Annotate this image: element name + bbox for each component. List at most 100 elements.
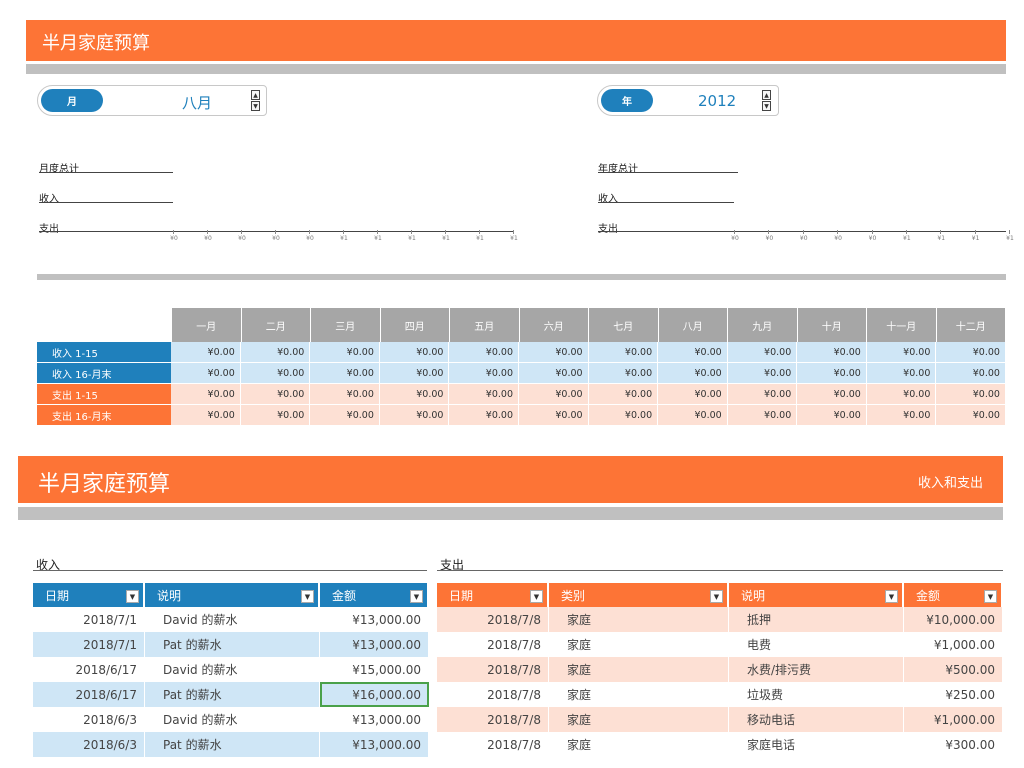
spin-up-icon[interactable]: ▲ bbox=[762, 90, 771, 100]
table-cell[interactable]: 2018/7/8 bbox=[437, 707, 549, 732]
table-cell[interactable]: ¥10,000.00 bbox=[904, 607, 1003, 632]
table-cell[interactable]: 电费 bbox=[729, 632, 904, 657]
table-cell[interactable]: ¥1,000.00 bbox=[904, 707, 1003, 732]
axis-tick-label: ¥1 bbox=[340, 230, 348, 242]
table-row[interactable]: 2018/7/8 家庭 垃圾费 ¥250.00 bbox=[437, 682, 1003, 707]
month-spinner[interactable]: 月 八月 ▲ ▼ bbox=[37, 85, 267, 116]
column-header[interactable]: 金额 ▼ bbox=[904, 583, 1003, 607]
table-row[interactable]: 2018/7/1 David 的薪水 ¥13,000.00 bbox=[33, 607, 429, 632]
column-header[interactable]: 类别 ▼ bbox=[549, 583, 729, 607]
table-cell[interactable]: David 的薪水 bbox=[145, 657, 320, 682]
bottom-divider bbox=[18, 507, 1003, 520]
column-header[interactable]: 说明 ▼ bbox=[145, 583, 320, 607]
table-cell[interactable]: 垃圾费 bbox=[729, 682, 904, 707]
table-cell[interactable]: ¥300.00 bbox=[904, 732, 1003, 757]
table-cell[interactable]: ¥13,000.00 bbox=[320, 607, 429, 632]
filter-dropdown-icon[interactable]: ▼ bbox=[530, 590, 543, 603]
table-row[interactable]: 2018/6/3 David 的薪水 ¥13,000.00 bbox=[33, 707, 429, 732]
table-cell[interactable]: 家庭 bbox=[549, 632, 729, 657]
column-header[interactable]: 日期 ▼ bbox=[33, 583, 145, 607]
table-row[interactable]: 2018/6/3 Pat 的薪水 ¥13,000.00 bbox=[33, 732, 429, 757]
table-cell[interactable]: 2018/6/3 bbox=[33, 732, 145, 757]
table-cell[interactable]: 家庭 bbox=[549, 732, 729, 757]
table-cell: ¥0.00 bbox=[449, 384, 519, 404]
table-row[interactable]: 2018/7/8 家庭 水费/排污费 ¥500.00 bbox=[437, 657, 1003, 682]
table-row[interactable]: 2018/7/1 Pat 的薪水 ¥13,000.00 bbox=[33, 632, 429, 657]
month-header: 四月 bbox=[380, 308, 450, 342]
month-header: 一月 bbox=[172, 308, 242, 342]
column-header[interactable]: 金额 ▼ bbox=[320, 583, 429, 607]
filter-dropdown-icon[interactable]: ▼ bbox=[984, 590, 997, 603]
filter-dropdown-icon[interactable]: ▼ bbox=[126, 590, 139, 603]
axis-tick-label: ¥0 bbox=[306, 230, 314, 242]
table-row[interactable]: 2018/6/17 David 的薪水 ¥15,000.00 bbox=[33, 657, 429, 682]
table-cell[interactable]: ¥13,000.00 bbox=[320, 732, 429, 757]
table-cell: ¥0.00 bbox=[449, 405, 519, 425]
column-header[interactable]: 说明 ▼ bbox=[729, 583, 904, 607]
table-cell[interactable]: ¥1,000.00 bbox=[904, 632, 1003, 657]
table-cell[interactable]: 2018/7/1 bbox=[33, 607, 145, 632]
filter-dropdown-icon[interactable]: ▼ bbox=[885, 590, 898, 603]
expense-table: 日期 ▼ 类别 ▼ 说明 ▼ 金额 ▼ 2018/7/8 家庭 抵押 ¥10,000.00 2018/7… bbox=[437, 583, 1003, 757]
table-row[interactable]: 2018/7/8 家庭 家庭电话 ¥300.00 bbox=[437, 732, 1003, 757]
table-row[interactable]: 2018/7/8 家庭 移动电话 ¥1,000.00 bbox=[437, 707, 1003, 732]
table-row[interactable]: 2018/7/8 家庭 电费 ¥1,000.00 bbox=[437, 632, 1003, 657]
month-header: 十月 bbox=[797, 308, 867, 342]
table-cell: ¥0.00 bbox=[588, 342, 659, 362]
filter-dropdown-icon[interactable]: ▼ bbox=[710, 590, 723, 603]
table-cell[interactable]: 家庭电话 bbox=[729, 732, 904, 757]
axis-tick-label: ¥0 bbox=[731, 230, 739, 242]
table-cell: ¥0.00 bbox=[171, 342, 241, 362]
table-cell: ¥0.00 bbox=[866, 363, 937, 383]
spin-up-icon[interactable]: ▲ bbox=[251, 90, 260, 100]
nav-income-expense-link[interactable]: 收入和支出 bbox=[918, 472, 983, 491]
year-spinner-label: 年 bbox=[601, 89, 653, 112]
table-cell[interactable]: 2018/7/8 bbox=[437, 732, 549, 757]
month-header: 二月 bbox=[241, 308, 311, 342]
table-cell[interactable]: Pat 的薪水 bbox=[145, 632, 320, 657]
table-cell[interactable]: 2018/7/1 bbox=[33, 632, 145, 657]
column-header[interactable]: 日期 ▼ bbox=[437, 583, 549, 607]
table-cell[interactable]: 2018/6/3 bbox=[33, 707, 145, 732]
table-cell: ¥0.00 bbox=[658, 342, 728, 362]
filter-dropdown-icon[interactable]: ▼ bbox=[301, 590, 314, 603]
table-cell: ¥0.00 bbox=[797, 384, 867, 404]
table-cell[interactable]: David 的薪水 bbox=[145, 607, 320, 632]
table-cell[interactable]: ¥15,000.00 bbox=[320, 657, 429, 682]
table-cell[interactable]: 家庭 bbox=[549, 657, 729, 682]
table-row: 收入 16-月末 ¥0.00 ¥0.00 ¥0.00 ¥0.00 ¥0.00 ¥0.00 ¥0… bbox=[37, 363, 1006, 384]
month-header: 七月 bbox=[589, 308, 659, 342]
table-cell[interactable]: 水费/排污费 bbox=[729, 657, 904, 682]
table-cell[interactable]: 家庭 bbox=[549, 707, 729, 732]
table-cell: ¥0.00 bbox=[866, 384, 937, 404]
axis-tick-label: ¥0 bbox=[765, 230, 774, 242]
table-cell[interactable]: ¥16,000.00 bbox=[320, 682, 429, 707]
table-cell: ¥0.00 bbox=[171, 363, 241, 383]
table-cell[interactable]: 2018/7/8 bbox=[437, 632, 549, 657]
table-cell[interactable]: ¥500.00 bbox=[904, 657, 1003, 682]
table-cell[interactable]: 2018/7/8 bbox=[437, 607, 549, 632]
table-row[interactable]: 2018/7/8 家庭 抵押 ¥10,000.00 bbox=[437, 607, 1003, 632]
table-row[interactable]: 2018/6/17 Pat 的薪水 ¥16,000.00 bbox=[33, 682, 429, 707]
table-cell[interactable]: 家庭 bbox=[549, 682, 729, 707]
year-spinner[interactable]: 年 2012 ▲ ▼ bbox=[597, 85, 779, 116]
table-cell[interactable]: David 的薪水 bbox=[145, 707, 320, 732]
table-cell: ¥0.00 bbox=[866, 405, 937, 425]
table-cell[interactable]: ¥13,000.00 bbox=[320, 632, 429, 657]
filter-dropdown-icon[interactable]: ▼ bbox=[410, 590, 423, 603]
spin-down-icon[interactable]: ▼ bbox=[251, 101, 260, 111]
spin-down-icon[interactable]: ▼ bbox=[762, 101, 771, 111]
table-cell[interactable]: Pat 的薪水 bbox=[145, 732, 320, 757]
table-cell[interactable]: 家庭 bbox=[549, 607, 729, 632]
table-cell[interactable]: Pat 的薪水 bbox=[145, 682, 320, 707]
table-cell[interactable]: 2018/6/17 bbox=[33, 682, 145, 707]
table-cell[interactable]: 抵押 bbox=[729, 607, 904, 632]
table-cell[interactable]: 2018/6/17 bbox=[33, 657, 145, 682]
table-cell[interactable]: ¥13,000.00 bbox=[320, 707, 429, 732]
table-cell[interactable]: 移动电话 bbox=[729, 707, 904, 732]
table-cell[interactable]: 2018/7/8 bbox=[437, 682, 549, 707]
axis-tick-label: ¥1 bbox=[408, 230, 416, 242]
table-cell[interactable]: ¥250.00 bbox=[904, 682, 1003, 707]
table-cell[interactable]: 2018/7/8 bbox=[437, 657, 549, 682]
month-header: 十二月 bbox=[936, 308, 1006, 342]
